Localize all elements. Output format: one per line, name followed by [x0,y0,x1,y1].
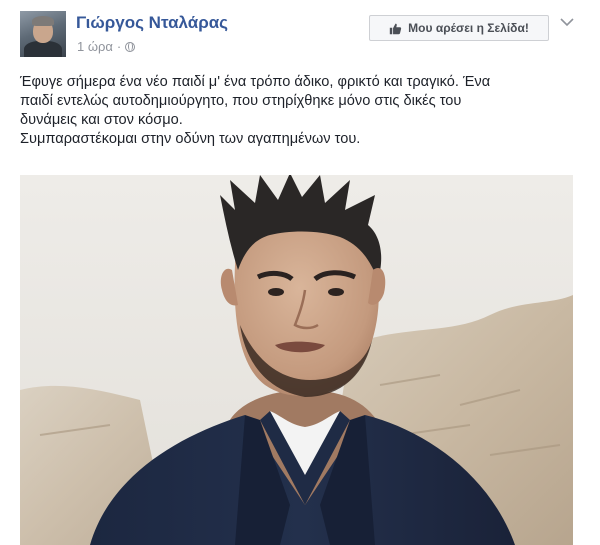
globe-icon[interactable] [125,41,136,52]
chevron-down-icon[interactable] [560,17,574,27]
post-photo[interactable] [20,175,573,545]
portrait-image [20,175,573,545]
post-meta: 1 ώρα · [77,39,136,54]
like-page-label: Μου αρέσει η Σελίδα! [408,21,529,35]
post-timestamp[interactable]: 1 ώρα [77,39,113,54]
avatar-hair [32,16,54,26]
facebook-post: Γιώργος Νταλάρας 1 ώρα · Μου αρέσει η Σε… [0,0,600,545]
thumbs-up-icon [389,23,402,34]
meta-separator: · [116,39,122,54]
author-name-link[interactable]: Γιώργος Νταλάρας [76,13,228,33]
avatar-shirt [24,41,62,57]
like-page-button[interactable]: Μου αρέσει η Σελίδα! [369,15,549,41]
post-message: Έφυγε σήμερα ένα νέο παιδί μ' ένα τρόπο … [20,74,491,147]
author-avatar[interactable] [20,11,66,57]
